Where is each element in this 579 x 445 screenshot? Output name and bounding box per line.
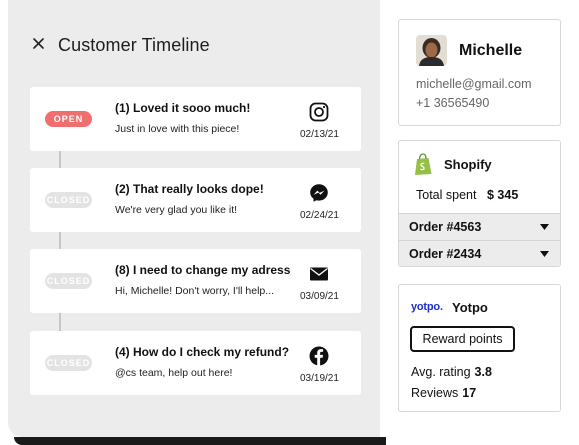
shopify-bag-icon	[415, 153, 432, 175]
timeline-event[interactable]: CLOSED (4) How do I check my refund? @cs…	[30, 331, 361, 395]
shopify-card: Shopify Total spent $ 345 Order #4563 Or…	[398, 140, 561, 267]
status-badge: OPEN	[45, 111, 92, 127]
chevron-down-icon	[540, 224, 549, 230]
order-row[interactable]: Order #4563	[399, 213, 560, 240]
reward-points-button[interactable]: Reward points	[410, 326, 515, 352]
customer-card: Michelle michelle@gmail.com +1 36565490	[398, 19, 561, 126]
total-spent-value: $ 345	[487, 188, 519, 202]
status-badge: CLOSED	[45, 355, 92, 371]
timeline-connector	[59, 312, 61, 331]
instagram-icon	[309, 102, 329, 122]
total-spent-label: Total spent	[416, 188, 477, 202]
messenger-icon	[310, 184, 328, 202]
customer-email: michelle@gmail.com	[416, 77, 532, 91]
facebook-icon	[309, 346, 329, 366]
order-row[interactable]: Order #2434	[399, 240, 560, 266]
panel-shadow	[14, 437, 386, 445]
yotpo-card: yotpo. Yotpo Reward points Avg. rating 3.…	[398, 284, 561, 412]
timeline-event[interactable]: CLOSED (2) That really looks dope! We're…	[30, 168, 361, 232]
avg-rating-value: 3.8	[474, 365, 492, 379]
event-title: (8) I need to change my adress	[115, 263, 291, 277]
timeline-event[interactable]: CLOSED (8) I need to change my adress Hi…	[30, 249, 361, 313]
event-date: 02/13/21	[300, 129, 339, 140]
yotpo-logo: yotpo.	[411, 301, 443, 313]
chevron-down-icon	[540, 251, 549, 257]
reviews-value: 17	[462, 386, 477, 400]
avatar	[416, 35, 447, 66]
event-text: @cs team, help out here!	[115, 367, 233, 379]
order-label: Order #2434	[409, 247, 482, 261]
event-text: Just in love with this piece!	[115, 123, 240, 135]
customer-name: Michelle	[459, 42, 523, 59]
event-date: 03/19/21	[300, 373, 339, 384]
timeline-connector	[59, 150, 61, 168]
event-text: Hi, Michelle! Don't worry, I'll help...	[115, 285, 275, 297]
status-badge: CLOSED	[45, 192, 92, 208]
close-icon[interactable]	[31, 36, 47, 52]
timeline-connector	[59, 231, 61, 249]
yotpo-title: Yotpo	[452, 300, 488, 315]
avg-rating-row: Avg. rating 3.8	[411, 365, 492, 379]
shopify-title: Shopify	[444, 157, 492, 172]
event-title: (2) That really looks dope!	[115, 182, 264, 196]
event-text: We're very glad you like it!	[115, 204, 238, 216]
event-title: (1) Loved it sooo much!	[115, 101, 251, 115]
event-date: 03/09/21	[300, 291, 339, 302]
mail-icon	[310, 267, 328, 281]
event-date: 02/24/21	[300, 210, 339, 221]
customer-timeline-panel: Customer Timeline OPEN (1) Loved it sooo…	[8, 0, 380, 437]
reviews-row: Reviews 17	[411, 386, 476, 400]
status-badge: CLOSED	[45, 273, 92, 289]
customer-phone: +1 36565490	[416, 96, 490, 110]
avg-rating-label: Avg. rating	[411, 365, 471, 379]
reviews-label: Reviews	[411, 386, 459, 400]
timeline-event[interactable]: OPEN (1) Loved it sooo much! Just in lov…	[30, 87, 361, 151]
panel-title: Customer Timeline	[58, 35, 210, 55]
event-title: (4) How do I check my refund?	[115, 345, 290, 359]
order-label: Order #4563	[409, 220, 482, 234]
